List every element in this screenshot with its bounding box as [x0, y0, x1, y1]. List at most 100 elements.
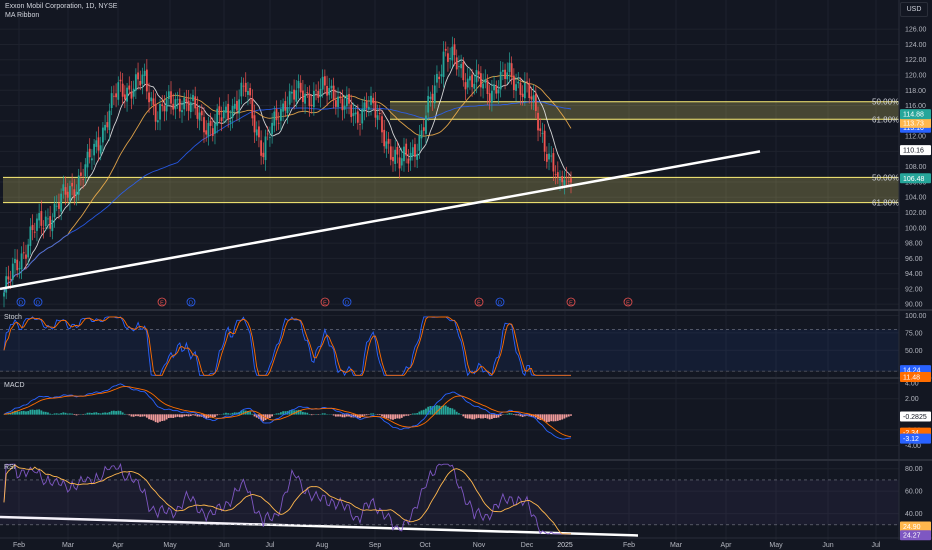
macd-histogram-bar	[561, 414, 564, 420]
candle-body	[44, 216, 47, 227]
candle-body	[361, 108, 364, 124]
candle-body	[290, 91, 293, 94]
x-tick-label: Jul	[266, 542, 275, 549]
macd-histogram-bar	[27, 410, 30, 415]
fib-zone	[390, 101, 899, 120]
candle-body	[152, 98, 155, 105]
candle-body	[372, 97, 375, 104]
y-tick-label: 116.00	[905, 103, 926, 110]
macd-histogram-bar	[392, 414, 394, 420]
candle-body	[207, 122, 210, 137]
macd-histogram-bar	[477, 414, 480, 418]
macd-histogram-bar	[36, 409, 38, 415]
macd-histogram-bar	[187, 414, 190, 417]
candle-body	[389, 146, 392, 160]
rsi-value-label: 24.27	[903, 533, 921, 540]
ma-ribbon-legend[interactable]: MA Ribbon	[5, 12, 39, 19]
candle-body	[545, 154, 548, 162]
fib-level-label: 61.80%	[872, 199, 899, 208]
macd-histogram-bar	[53, 413, 56, 415]
candle-body	[284, 101, 287, 111]
candle-body	[47, 218, 49, 220]
candle-body	[433, 85, 436, 104]
candle-body	[455, 57, 458, 70]
chart-canvas[interactable]: 50.00% 61.80% 50.00% 61.80% Feb Mar Apr May Jun…	[0, 0, 932, 550]
candle-body	[194, 96, 197, 109]
candle-body	[101, 127, 104, 143]
candle-body	[381, 116, 383, 133]
candle-body	[385, 141, 388, 149]
candle-body	[93, 143, 96, 156]
macd-histogram-bar	[376, 414, 379, 415]
macd-histogram-bar	[88, 412, 91, 415]
macd-histogram-bar	[141, 414, 144, 417]
candle-body	[458, 66, 460, 68]
candle-body	[236, 100, 238, 111]
candle-body	[126, 87, 128, 102]
event-marker-label: E	[160, 301, 164, 307]
candle-body	[523, 82, 526, 99]
y-tick-label: 98.00	[905, 241, 923, 248]
x-tick-label: Jul	[872, 542, 881, 549]
candle-body	[466, 78, 469, 88]
macd-histogram-bar	[341, 414, 344, 418]
currency-button[interactable]: USD	[900, 2, 928, 17]
candle-body	[405, 143, 408, 156]
y-tick-label: 102.00	[905, 210, 927, 217]
candle-body	[95, 140, 98, 147]
x-tick-label: May	[163, 542, 177, 549]
macd-histogram-bar	[304, 412, 306, 415]
macd-histogram-bar	[299, 410, 302, 415]
candle-body	[69, 185, 71, 201]
candle-body	[484, 79, 487, 83]
candle-body	[156, 120, 159, 123]
candle-body	[251, 98, 254, 119]
candle-body	[216, 108, 219, 126]
macd-histogram-bar	[121, 412, 124, 415]
candle-body	[464, 82, 467, 90]
candle-body	[159, 104, 161, 120]
macd-histogram-bar	[442, 405, 445, 415]
candle-body	[306, 92, 309, 93]
candle-body	[473, 83, 476, 89]
candle-body	[242, 85, 245, 87]
rsi-value-label: 24.90	[903, 524, 921, 531]
candle-body	[334, 100, 337, 107]
y-tick-label: 92.00	[905, 286, 923, 293]
macd-histogram-bar	[490, 414, 493, 419]
macd-histogram-bar	[499, 414, 502, 416]
candle-body	[319, 88, 322, 98]
macd-histogram-bar	[389, 414, 392, 420]
candle-body	[429, 96, 432, 99]
candle-body	[411, 147, 414, 156]
macd-histogram-bar	[55, 413, 58, 415]
candle-body	[539, 128, 542, 131]
event-marker-label: D	[19, 301, 23, 307]
macd-histogram-bar	[396, 414, 399, 419]
panel-title: MACD	[4, 382, 25, 389]
macd-histogram-bar	[545, 414, 548, 423]
event-marker-label: D	[36, 301, 40, 307]
macd-histogram-bar	[488, 414, 491, 420]
candle-body	[214, 123, 216, 134]
candle-body	[154, 104, 157, 122]
candle-body	[238, 99, 241, 114]
candle-body	[255, 129, 258, 136]
macd-histogram-bar	[192, 414, 194, 416]
candle-body	[106, 122, 109, 128]
macd-histogram-bar	[167, 414, 170, 419]
candle-body	[497, 89, 500, 94]
candle-body	[339, 96, 342, 99]
macd-histogram-bar	[385, 414, 388, 419]
candle-body	[58, 203, 60, 209]
macd-histogram-bar	[185, 414, 188, 417]
macd-histogram-bar	[93, 412, 96, 415]
candle-body	[143, 70, 146, 76]
candle-body	[187, 100, 190, 111]
candle-body	[286, 107, 289, 114]
y-tick-label: 112.00	[905, 134, 926, 141]
macd-histogram-bar	[334, 414, 337, 417]
macd-value-label: -3.12	[903, 436, 919, 443]
candle-body	[165, 99, 168, 112]
candle-body	[370, 95, 372, 105]
